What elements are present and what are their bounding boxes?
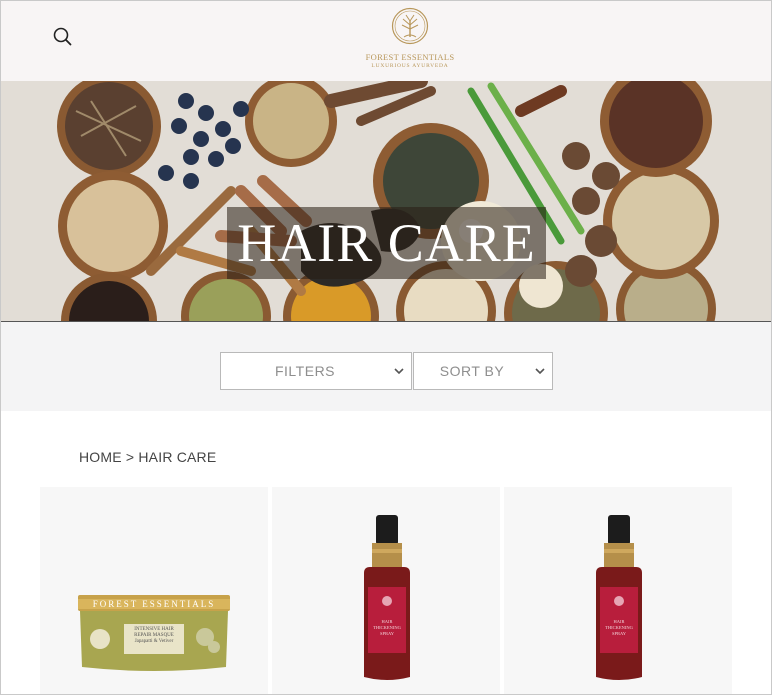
sort-by-label: SORT BY: [439, 363, 505, 379]
product-card[interactable]: HAIR THICKENING SPRAY: [272, 487, 500, 694]
sort-by-dropdown[interactable]: SORT BY: [413, 352, 553, 390]
product-card[interactable]: HAIR THICKENING SPRAY: [504, 487, 732, 694]
filters-dropdown[interactable]: FILTERS: [220, 352, 412, 390]
product-card[interactable]: FOREST ESSENTIALS INTENSIVE HAIR REPAIR …: [40, 487, 268, 694]
page-frame: FOREST ESSENTIALS LUXURIOUS AYURVEDA HAI…: [0, 0, 772, 695]
bottle-label-line: SPRAY: [611, 631, 627, 636]
hero-banner: HAIR CARE: [1, 81, 771, 322]
logo-tagline: LUXURIOUS AYURVEDA: [371, 63, 449, 69]
brand-logo[interactable]: FOREST ESSENTIALS LUXURIOUS AYURVEDA: [360, 7, 460, 73]
breadcrumb-current: HAIR CARE: [138, 449, 217, 465]
product-bottle-image: [596, 515, 642, 680]
bottle-label-text: HAIR THICKENING SPRAY: [600, 619, 638, 637]
tree-emblem-icon: [391, 7, 429, 45]
chevron-down-icon: [535, 368, 545, 375]
chevron-down-icon: [394, 368, 404, 375]
site-header: FOREST ESSENTIALS LUXURIOUS AYURVEDA: [1, 1, 771, 82]
breadcrumb: HOME > HAIR CARE: [79, 449, 216, 465]
jar-label-line: Japapatti & Vetiver: [134, 639, 174, 644]
filter-bar: FILTERS SORT BY: [1, 322, 771, 411]
page-title: HAIR CARE: [237, 213, 536, 273]
filters-label: FILTERS: [274, 363, 336, 379]
product-bottle-image: [364, 515, 410, 680]
search-icon: [53, 27, 72, 46]
bottle-label-text: HAIR THICKENING SPRAY: [368, 619, 406, 637]
breadcrumb-home-link[interactable]: HOME: [79, 449, 122, 465]
bottle-label-line: SPRAY: [379, 631, 395, 636]
breadcrumb-separator: >: [121, 449, 139, 465]
logo-brand-name: FOREST ESSENTIALS: [365, 52, 455, 62]
search-button[interactable]: [51, 25, 75, 49]
jar-label-text: INTENSIVE HAIR REPAIR MASQUE Japapatti &…: [124, 627, 184, 645]
jar-brand-label: FOREST ESSENTIALS: [92, 599, 216, 609]
hero-herbs-image: [1, 81, 771, 321]
product-jar-image: [78, 595, 230, 671]
